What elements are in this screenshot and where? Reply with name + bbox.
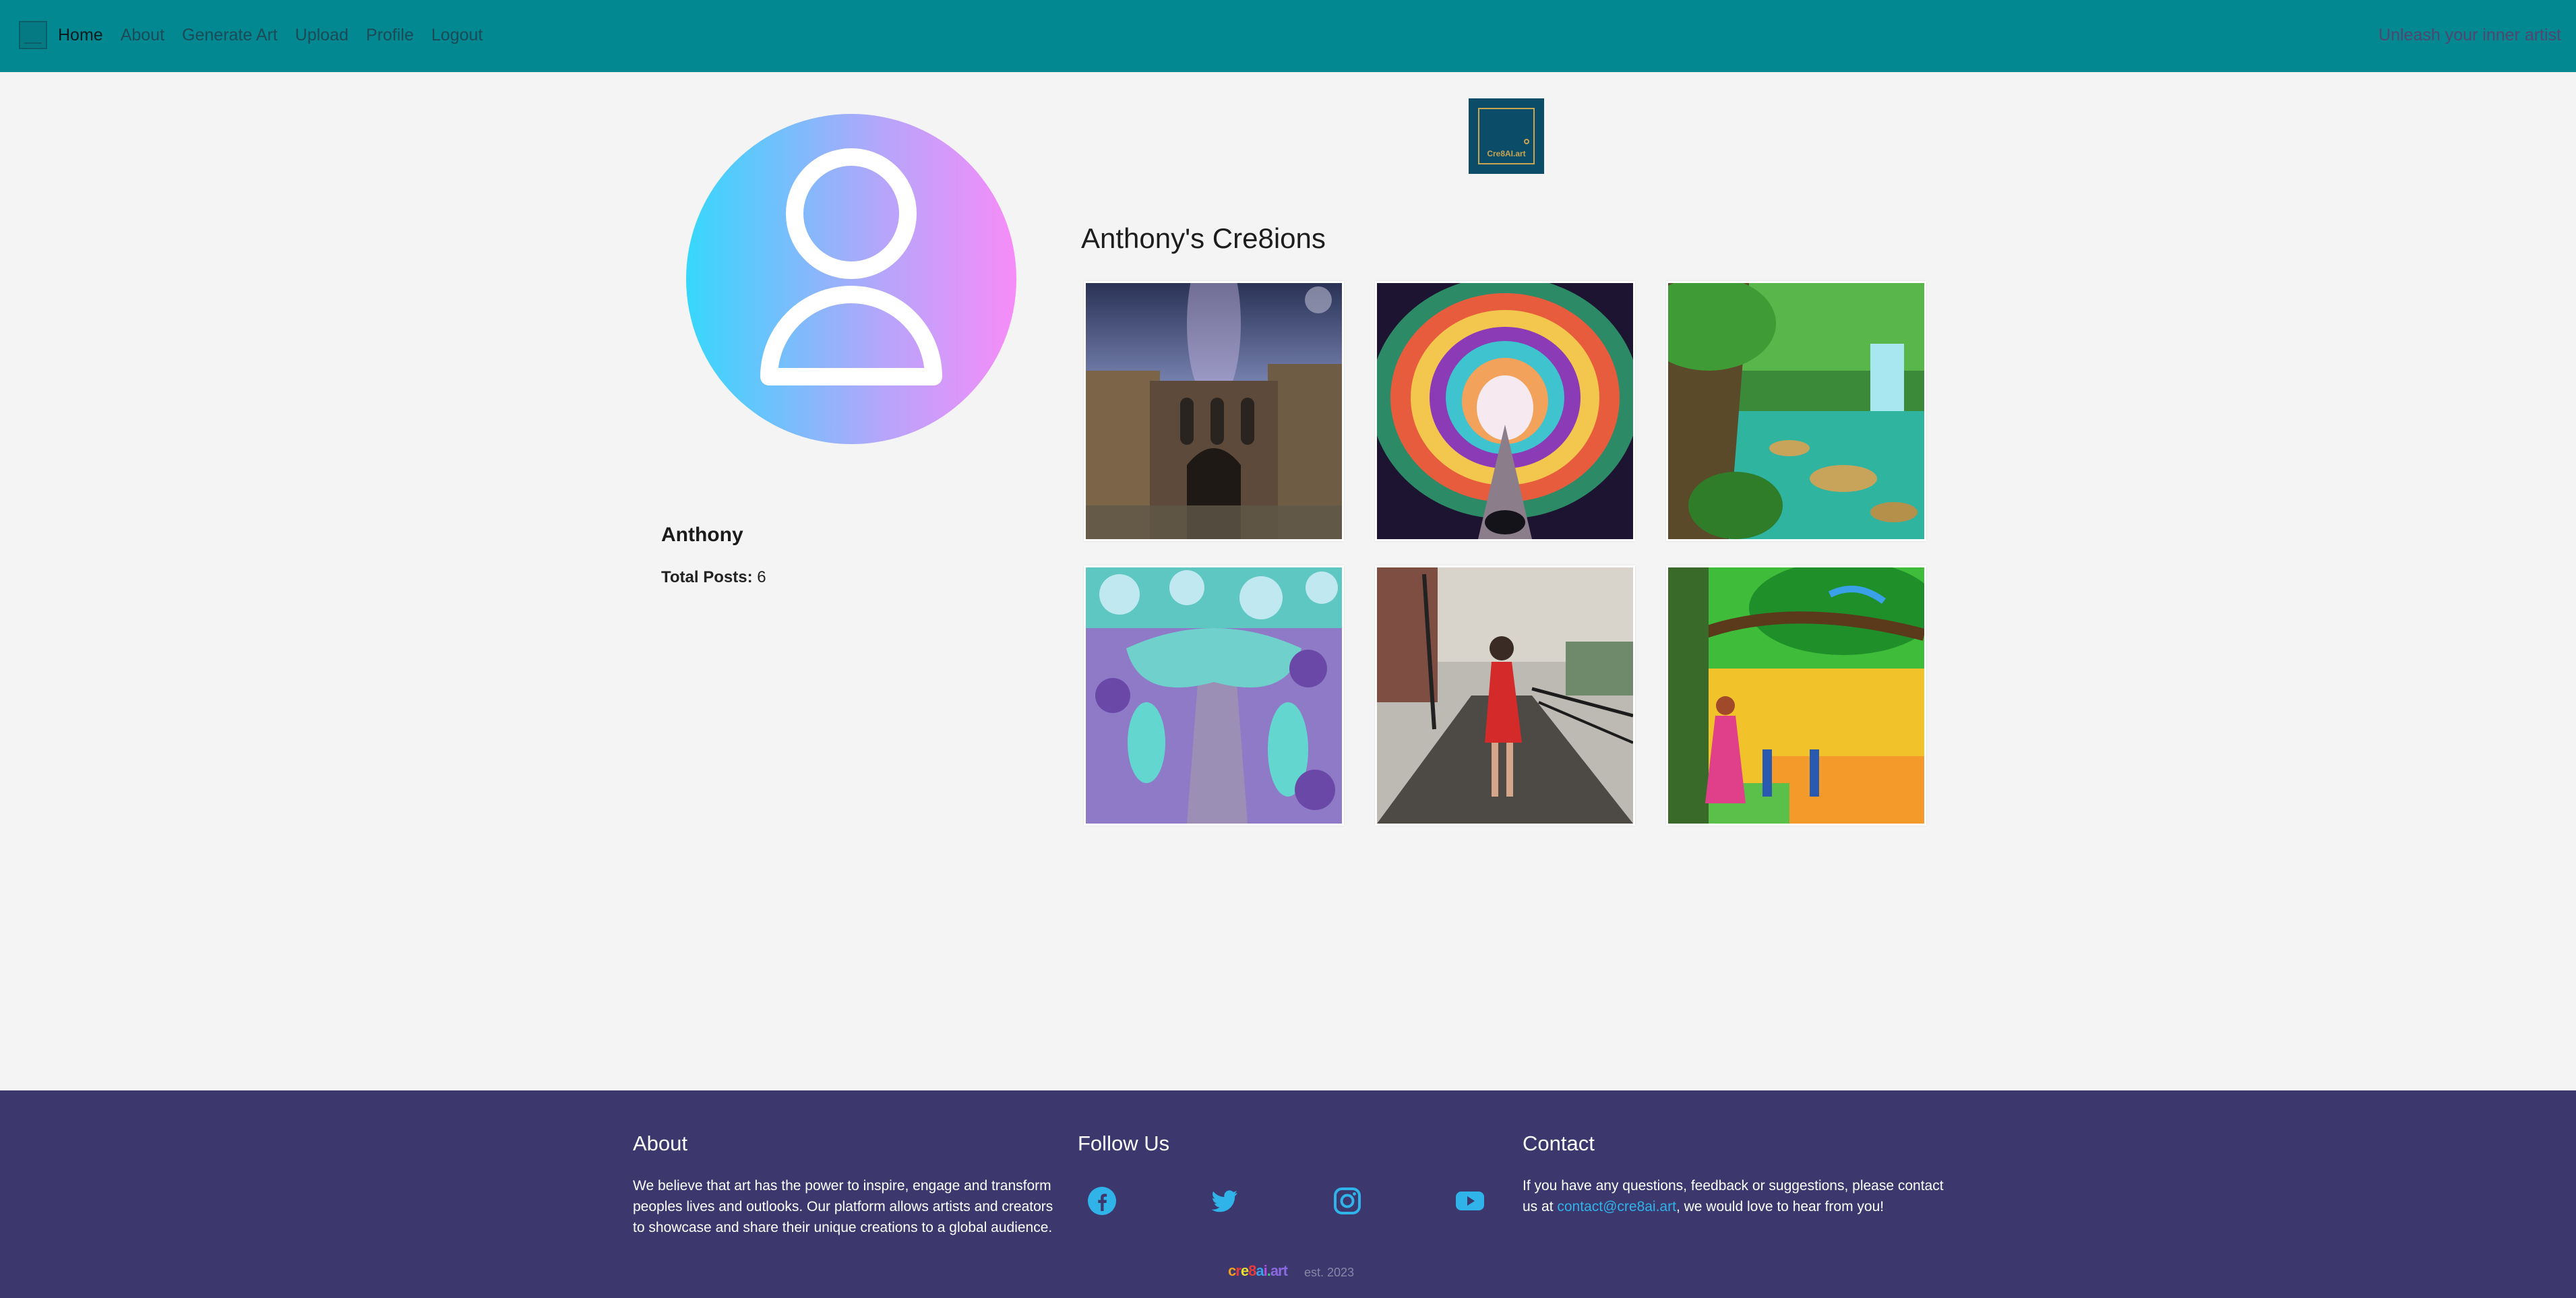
twitter-icon[interactable] bbox=[1209, 1185, 1240, 1216]
gallery-image-woman[interactable] bbox=[1375, 565, 1635, 826]
total-posts: Total Posts: 6 bbox=[661, 568, 766, 587]
facebook-icon[interactable] bbox=[1086, 1185, 1117, 1216]
nav-link-generate-art[interactable]: Generate Art bbox=[182, 24, 278, 46]
gallery-image-jungle[interactable] bbox=[1666, 281, 1926, 541]
contact-text-after: , we would love to hear from you! bbox=[1676, 1199, 1884, 1214]
footer-brand-logo: cre8ai.art bbox=[1228, 1262, 1288, 1279]
total-posts-label: Total Posts: bbox=[661, 568, 753, 586]
nav-link-about[interactable]: About bbox=[121, 24, 164, 46]
profile-name: Anthony bbox=[661, 524, 743, 546]
gallery-grid bbox=[1084, 281, 1926, 826]
nav-link-profile[interactable]: Profile bbox=[366, 24, 414, 46]
footer-follow-title: Follow Us bbox=[1078, 1132, 1170, 1155]
footer-about-text: We believe that art has the power to ins… bbox=[633, 1178, 1053, 1235]
gallery-image-bridge[interactable] bbox=[1084, 281, 1344, 541]
nav-logo-icon[interactable] bbox=[19, 21, 47, 49]
footer-about-title: About bbox=[633, 1132, 688, 1155]
gallery-image-pattern[interactable] bbox=[1084, 565, 1344, 826]
contact-email-link[interactable]: contact@cre8ai.art bbox=[1557, 1199, 1676, 1214]
gallery-image-painting[interactable] bbox=[1666, 565, 1926, 826]
footer-est: est. 2023 bbox=[1304, 1266, 1355, 1279]
footer-contact-text: If you have any questions, feedback or s… bbox=[1523, 1175, 1954, 1217]
total-posts-value: 6 bbox=[757, 568, 766, 586]
footer-contact-title: Contact bbox=[1523, 1132, 1595, 1155]
navbar: Home About Generate Art Upload Profile L… bbox=[0, 0, 2576, 72]
nav-tagline: Unleash your inner artist bbox=[2379, 26, 2561, 44]
instagram-icon[interactable] bbox=[1332, 1185, 1363, 1216]
youtube-icon[interactable] bbox=[1454, 1185, 1485, 1216]
footer: About We believe that art has the power … bbox=[0, 1090, 2576, 1298]
avatar bbox=[686, 114, 1016, 444]
nav-link-home[interactable]: Home bbox=[58, 24, 103, 46]
gallery-title: Anthony's Cre8ions bbox=[1081, 222, 1326, 254]
user-icon bbox=[760, 148, 942, 385]
nav-link-logout[interactable]: Logout bbox=[431, 24, 483, 46]
nav-links: Home About Generate Art Upload Profile L… bbox=[58, 24, 500, 46]
nav-link-upload[interactable]: Upload bbox=[295, 24, 348, 46]
site-logo-text: Cre8AI.art bbox=[1487, 149, 1526, 158]
site-logo: Cre8AI.art bbox=[1469, 98, 1544, 174]
gallery-image-tunnel[interactable] bbox=[1375, 281, 1635, 541]
